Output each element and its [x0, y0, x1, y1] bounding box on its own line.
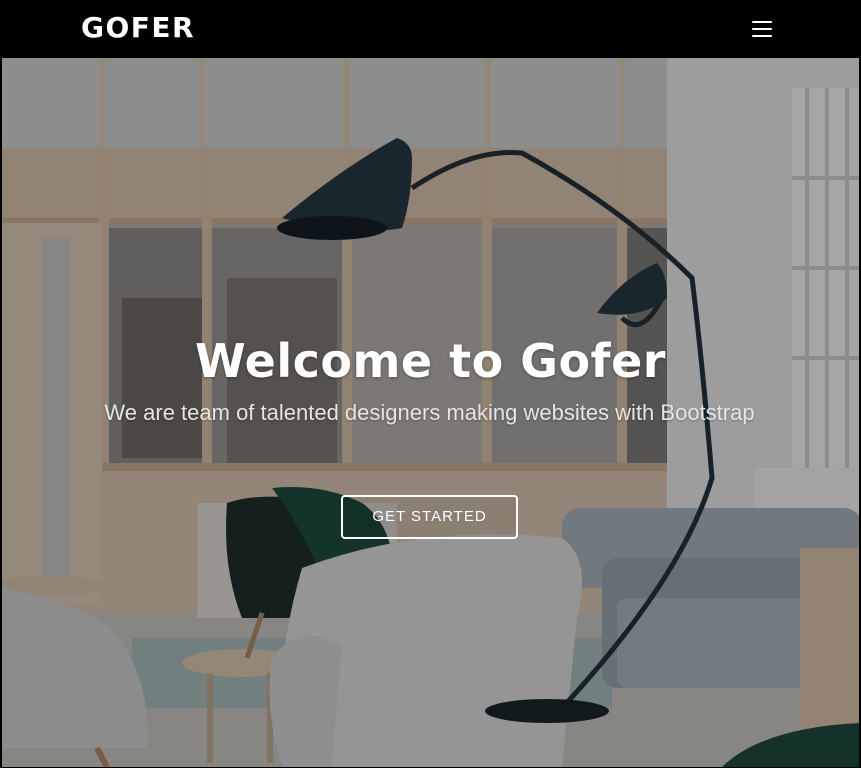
- menu-bar: [752, 28, 772, 30]
- get-started-button[interactable]: GET STARTED: [341, 495, 518, 539]
- navbar: GOFER: [2, 1, 859, 58]
- browser-viewport: GOFER Welcome to Gofer We are team of ta…: [1, 0, 860, 768]
- menu-bar: [752, 21, 772, 23]
- menu-bar: [752, 35, 772, 37]
- hero-subtitle: We are team of talented designers making…: [104, 400, 755, 425]
- hero-title: Welcome to Gofer: [195, 334, 666, 388]
- brand-logo[interactable]: GOFER: [81, 11, 195, 44]
- hero-content: Welcome to Gofer We are team of talented…: [2, 58, 859, 767]
- hamburger-menu-icon[interactable]: [752, 19, 774, 39]
- hero-section: Welcome to Gofer We are team of talented…: [2, 58, 859, 767]
